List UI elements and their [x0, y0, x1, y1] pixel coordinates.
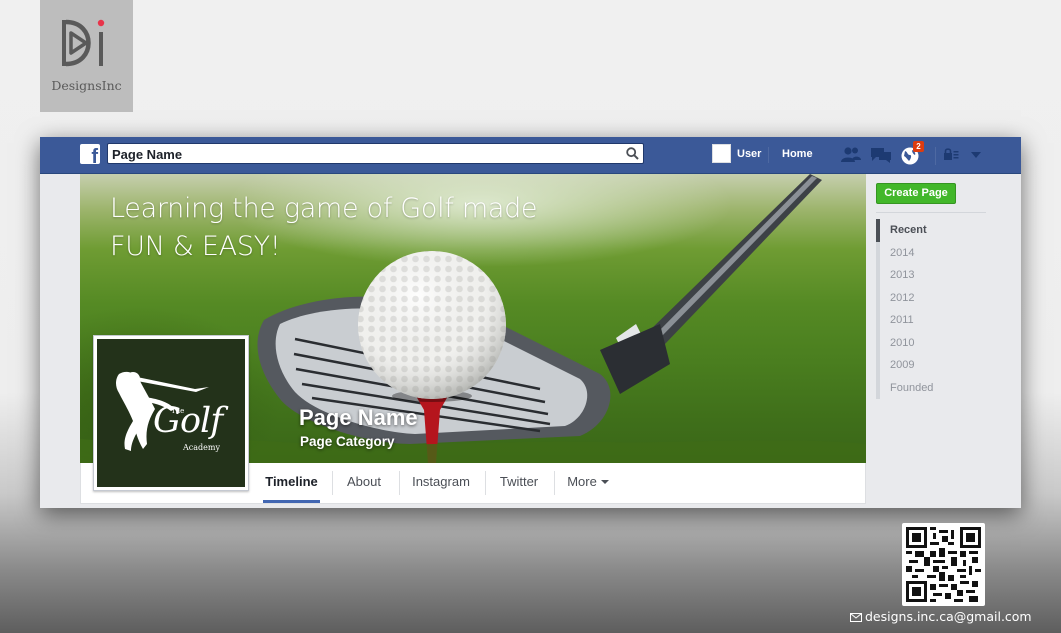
sidebar-divider [876, 212, 986, 213]
year-item-2009[interactable]: 2009 [876, 354, 986, 377]
tab-divider [554, 471, 555, 495]
designsinc-logo: DesignsInc [40, 0, 133, 112]
tab-divider [399, 471, 400, 495]
search-input[interactable] [112, 146, 612, 162]
year-item-2010[interactable]: 2010 [876, 331, 986, 354]
designsinc-mark-icon [62, 19, 105, 67]
golf-academy-logo: The Golf Academy [97, 339, 245, 487]
facebook-page-mockup: f User Home 2 [40, 137, 1021, 508]
nav-user-link[interactable]: User [737, 148, 761, 160]
year-item-recent[interactable]: Recent [876, 219, 986, 242]
account-menu-chevron-down-icon[interactable] [971, 152, 981, 158]
tab-about[interactable]: About [339, 463, 389, 503]
cover-tagline: Learning the game of Golf made FUN & EAS… [110, 190, 538, 266]
timeline-year-nav: Recent 2014 2013 2012 2011 2010 2009 Fou… [876, 219, 986, 399]
messages-icon[interactable] [870, 146, 892, 164]
tab-divider [332, 471, 333, 495]
logo-golf-text: Golf [153, 401, 223, 441]
designsinc-wordmark: DesignsInc [51, 78, 122, 93]
contact-email[interactable]: designs.inc.ca@gmail.com [850, 609, 1032, 624]
nav-home-link[interactable]: Home [782, 148, 813, 160]
qr-code-icon [906, 527, 981, 602]
tab-timeline[interactable]: Timeline [263, 463, 320, 503]
year-item-founded[interactable]: Founded [876, 376, 986, 399]
tab-twitter[interactable]: Twitter [491, 463, 547, 503]
privacy-shortcuts-icon[interactable] [943, 148, 959, 160]
cover-tagline-line1: Learning the game of Golf made [110, 193, 538, 224]
logo-academy-text: Academy [183, 443, 220, 452]
cover-tagline-line2: FUN & EASY! [110, 231, 281, 262]
tab-more-label: More [567, 474, 597, 489]
search-icon[interactable] [626, 147, 639, 160]
friend-requests-icon[interactable] [840, 146, 862, 164]
page-title[interactable]: Page Name [299, 405, 418, 431]
chevron-down-icon [600, 480, 609, 484]
user-avatar[interactable] [712, 144, 731, 163]
facebook-logo-icon[interactable]: f [80, 144, 100, 167]
envelope-icon [850, 613, 862, 622]
qr-code [902, 523, 985, 606]
facebook-topbar: f User Home 2 [40, 137, 1021, 174]
nav-divider [768, 147, 769, 163]
tab-more[interactable]: More [563, 463, 613, 503]
page-category[interactable]: Page Category [300, 434, 395, 449]
year-item-2013[interactable]: 2013 [876, 264, 986, 287]
profile-picture[interactable]: The Golf Academy [93, 335, 249, 491]
search-box[interactable] [107, 143, 644, 164]
notification-count-badge: 2 [913, 141, 924, 152]
create-page-button[interactable]: Create Page [876, 183, 956, 204]
year-item-2012[interactable]: 2012 [876, 286, 986, 309]
year-item-2011[interactable]: 2011 [876, 309, 986, 332]
contact-email-text: designs.inc.ca@gmail.com [865, 609, 1032, 624]
year-item-2014[interactable]: 2014 [876, 241, 986, 264]
nav-divider [935, 147, 936, 165]
tab-divider [485, 471, 486, 495]
tab-instagram[interactable]: Instagram [406, 463, 476, 503]
